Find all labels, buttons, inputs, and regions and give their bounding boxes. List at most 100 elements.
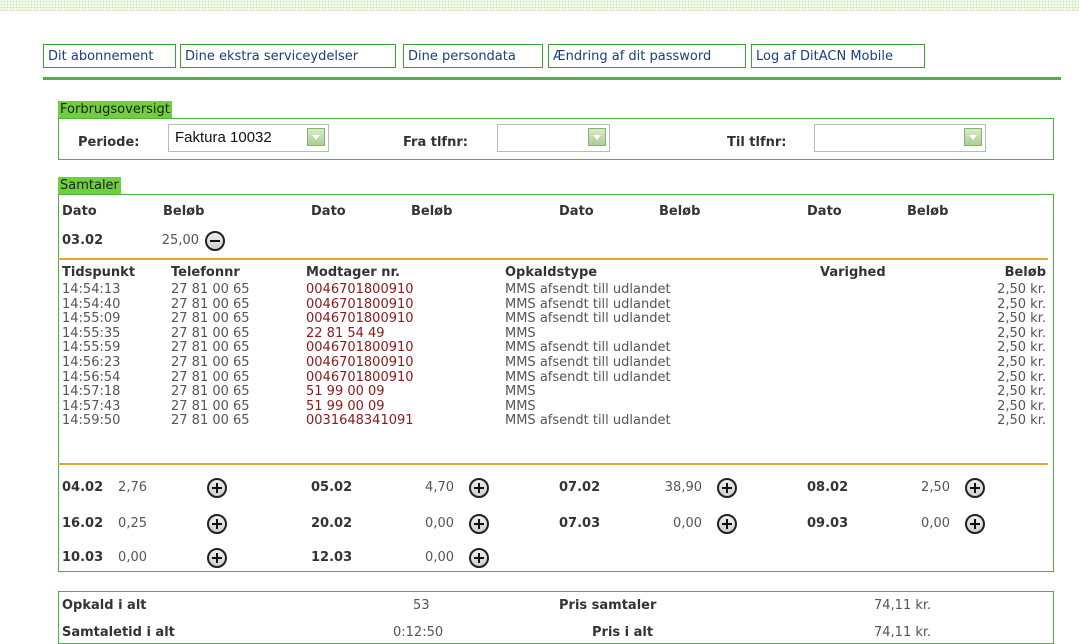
detail-header-modtager: Modtager nr. — [306, 265, 400, 280]
detail-phone: 27 81 00 65 — [171, 398, 250, 414]
samtaletid-label: Samtaletid i alt — [62, 625, 175, 640]
chevron-down-icon — [307, 128, 325, 146]
expand-icon[interactable] — [469, 478, 489, 498]
til-tlfnr-select[interactable] — [814, 124, 986, 152]
detail-amount: 2,50 kr. — [997, 325, 1046, 341]
day-date: 09.03 — [807, 516, 849, 531]
detail-time: 14:55:59 — [62, 340, 121, 356]
day-date: 05.02 — [311, 480, 353, 495]
detail-type: MMS — [505, 384, 536, 400]
expand-icon[interactable] — [469, 514, 489, 534]
expand-icon[interactable] — [965, 478, 985, 498]
expand-icon[interactable] — [717, 514, 737, 534]
detail-phone: 27 81 00 65 — [171, 384, 250, 400]
detail-type: MMS afsendt till udlandet — [505, 296, 671, 312]
day-amount: 0,25 — [118, 516, 147, 531]
day-amount: 0,00 — [425, 550, 454, 565]
detail-receiver: 0046701800910 — [306, 340, 414, 356]
expanded-day-date: 03.02 — [62, 233, 104, 248]
detail-receiver: 51 99 00 09 — [306, 384, 385, 400]
detail-time: 14:57:18 — [62, 384, 121, 400]
detail-phone: 27 81 00 65 — [171, 369, 250, 385]
fra-tlfnr-select[interactable] — [497, 124, 610, 152]
expanded-day-amount: 25,00 — [161, 233, 199, 248]
expand-icon[interactable] — [207, 514, 227, 534]
detail-type: MMS afsendt till udlandet — [505, 340, 671, 356]
detail-header-tidspunkt: Tidspunkt — [62, 265, 136, 280]
detail-time: 14:57:43 — [62, 398, 121, 414]
detail-amount: 2,50 kr. — [997, 384, 1046, 400]
detail-header-varighed: Varighed — [820, 265, 886, 280]
detail-amount: 2,50 kr. — [997, 340, 1046, 356]
chevron-down-icon — [964, 128, 982, 146]
collapse-icon[interactable] — [205, 231, 225, 251]
detail-receiver: 22 81 54 49 — [306, 325, 385, 341]
periode-select[interactable]: Faktura 10032 — [168, 124, 329, 152]
detail-phone: 27 81 00 65 — [171, 340, 250, 356]
day-amount: 38,90 — [664, 480, 702, 495]
detail-receiver: 0046701800910 — [306, 311, 414, 327]
chevron-down-icon — [588, 128, 606, 146]
detail-time: 14:55:09 — [62, 311, 121, 327]
detail-receiver: 0046701800910 — [306, 282, 414, 297]
opkald-label: Opkald i alt — [62, 598, 147, 613]
fra-tlfnr-label: Fra tlfnr: — [403, 135, 468, 150]
expand-icon[interactable] — [965, 514, 985, 534]
opkald-value: 53 — [413, 598, 430, 613]
detail-header-belob: Beløb — [1004, 265, 1046, 280]
day-amount: 0,00 — [921, 516, 950, 531]
detail-time: 14:54:40 — [62, 296, 121, 312]
day-date: 20.02 — [311, 516, 353, 531]
detail-phone: 27 81 00 65 — [171, 325, 250, 341]
expand-icon[interactable] — [469, 548, 489, 568]
detail-phone: 27 81 00 65 — [171, 296, 250, 312]
day-amount: 0,00 — [118, 550, 147, 565]
detail-type: MMS afsendt till udlandet — [505, 355, 671, 370]
detail-receiver: 0046701800910 — [306, 369, 414, 385]
detail-time: 14:55:35 — [62, 325, 121, 341]
pris-alt-label: Pris i alt — [592, 625, 654, 640]
detail-time: 14:54:13 — [62, 282, 121, 297]
col-header-belob: Beløb — [411, 204, 453, 219]
day-amount: 2,76 — [118, 480, 147, 495]
tab-persondata[interactable]: Dine persondata — [403, 44, 543, 68]
til-tlfnr-label: Til tlfnr: — [727, 135, 787, 150]
detail-header-telefonnr: Telefonnr — [171, 265, 240, 280]
detail-receiver: 0031648341091 — [306, 413, 414, 429]
col-header-dato: Dato — [807, 204, 842, 219]
col-header-dato: Dato — [559, 204, 594, 219]
detail-type: MMS — [505, 325, 536, 341]
detail-amount: 2,50 kr. — [997, 413, 1046, 429]
day-amount: 0,00 — [425, 516, 454, 531]
detail-phone: 27 81 00 65 — [171, 413, 250, 429]
tab-log-af[interactable]: Log af DitACN Mobile — [751, 44, 925, 68]
day-amount: 2,50 — [921, 480, 950, 495]
periode-label: Periode: — [78, 135, 140, 150]
detail-amount: 2,50 kr. — [997, 398, 1046, 414]
tab-dit-abonnement[interactable]: Dit abonnement — [43, 44, 176, 68]
col-header-belob: Beløb — [659, 204, 701, 219]
detail-bottom-divider — [58, 463, 1048, 465]
detail-phone: 27 81 00 65 — [171, 282, 250, 297]
expand-icon[interactable] — [717, 478, 737, 498]
expand-icon[interactable] — [207, 478, 227, 498]
detail-receiver: 51 99 00 09 — [306, 398, 385, 414]
expand-icon[interactable] — [207, 548, 227, 568]
detail-type: MMS afsendt till udlandet — [505, 311, 671, 327]
periode-value: Faktura 10032 — [175, 129, 272, 146]
detail-header-opkaldstype: Opkaldstype — [505, 265, 598, 280]
tab-password[interactable]: Ændring af dit password — [548, 44, 746, 68]
day-date: 07.03 — [559, 516, 601, 531]
usage-title: Forbrugsoversigt — [58, 101, 172, 118]
day-date: 07.02 — [559, 480, 601, 495]
detail-receiver: 0046701800910 — [306, 355, 414, 370]
col-header-belob: Beløb — [163, 204, 205, 219]
tab-ekstra-serviceydelser[interactable]: Dine ekstra serviceydelser — [180, 44, 396, 68]
pris-samtaler-label: Pris samtaler — [559, 598, 657, 613]
detail-amount: 2,50 kr. — [997, 355, 1046, 370]
tabs-divider — [43, 77, 1061, 80]
day-date: 08.02 — [807, 480, 849, 495]
detail-amount: 2,50 kr. — [997, 311, 1046, 327]
detail-receiver: 0046701800910 — [306, 296, 414, 312]
day-amount: 0,00 — [673, 516, 702, 531]
